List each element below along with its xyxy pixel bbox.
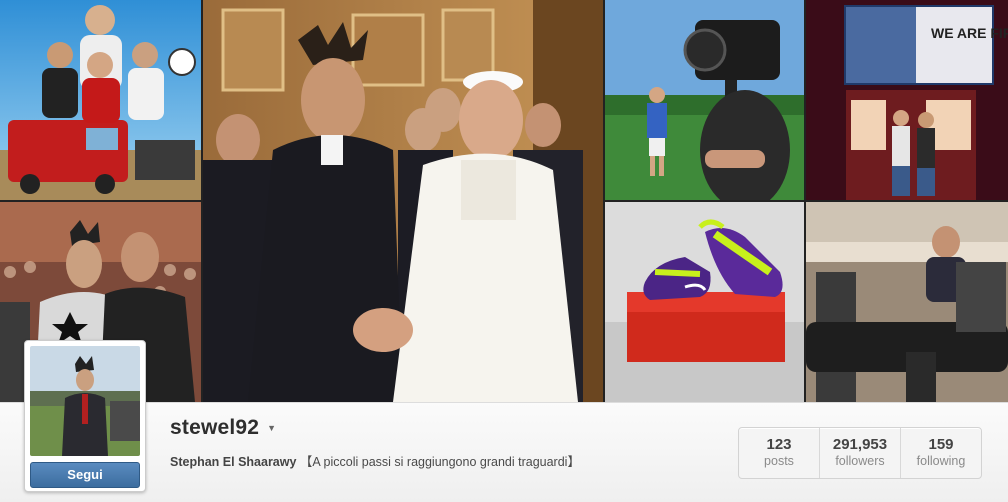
photo-tile-boots[interactable] — [605, 202, 804, 402]
stat-followers[interactable]: 291,953 followers — [820, 428, 901, 478]
stat-following-value: 159 — [928, 436, 954, 453]
username: stewel92 — [170, 416, 260, 439]
full-name: Stephan El Shaarawy — [170, 455, 297, 469]
stat-followers-value: 291,953 — [832, 436, 888, 453]
username-row: stewel92 ▼ — [170, 416, 276, 440]
photo-tile-promo-van[interactable] — [0, 0, 201, 200]
photo-tile-fifa-banner[interactable]: WE ARE FIFA 14 — [806, 0, 1008, 200]
profile-bio: Stephan El Shaarawy 【A piccoli passi si … — [170, 451, 580, 470]
stat-following[interactable]: 159 following — [901, 428, 981, 478]
photo-grid: WE ARE FIFA 14 — [0, 0, 1008, 402]
photo-tile-treadmill[interactable] — [806, 202, 1008, 402]
bio-text: 【A piccoli passi si raggiungono grandi t… — [299, 455, 580, 469]
profile-avatar-card: Segui — [24, 340, 146, 492]
profile-stats: 123 posts 291,953 followers 159 followin… — [738, 427, 982, 479]
photo-tile-pope-meeting[interactable] — [203, 0, 603, 402]
avatar — [30, 346, 140, 456]
fifa-banner-text: WE ARE FIFA 14 — [931, 25, 1008, 41]
stat-followers-label: followers — [835, 454, 885, 468]
stat-posts-value: 123 — [766, 436, 792, 453]
stat-posts-label: posts — [764, 454, 794, 468]
follow-button[interactable]: Segui — [30, 462, 140, 488]
stat-posts[interactable]: 123 posts — [739, 428, 820, 478]
photo-tile-film-set[interactable] — [605, 0, 804, 200]
stat-following-label: following — [916, 454, 966, 468]
caret-down-icon[interactable]: ▼ — [267, 423, 276, 433]
